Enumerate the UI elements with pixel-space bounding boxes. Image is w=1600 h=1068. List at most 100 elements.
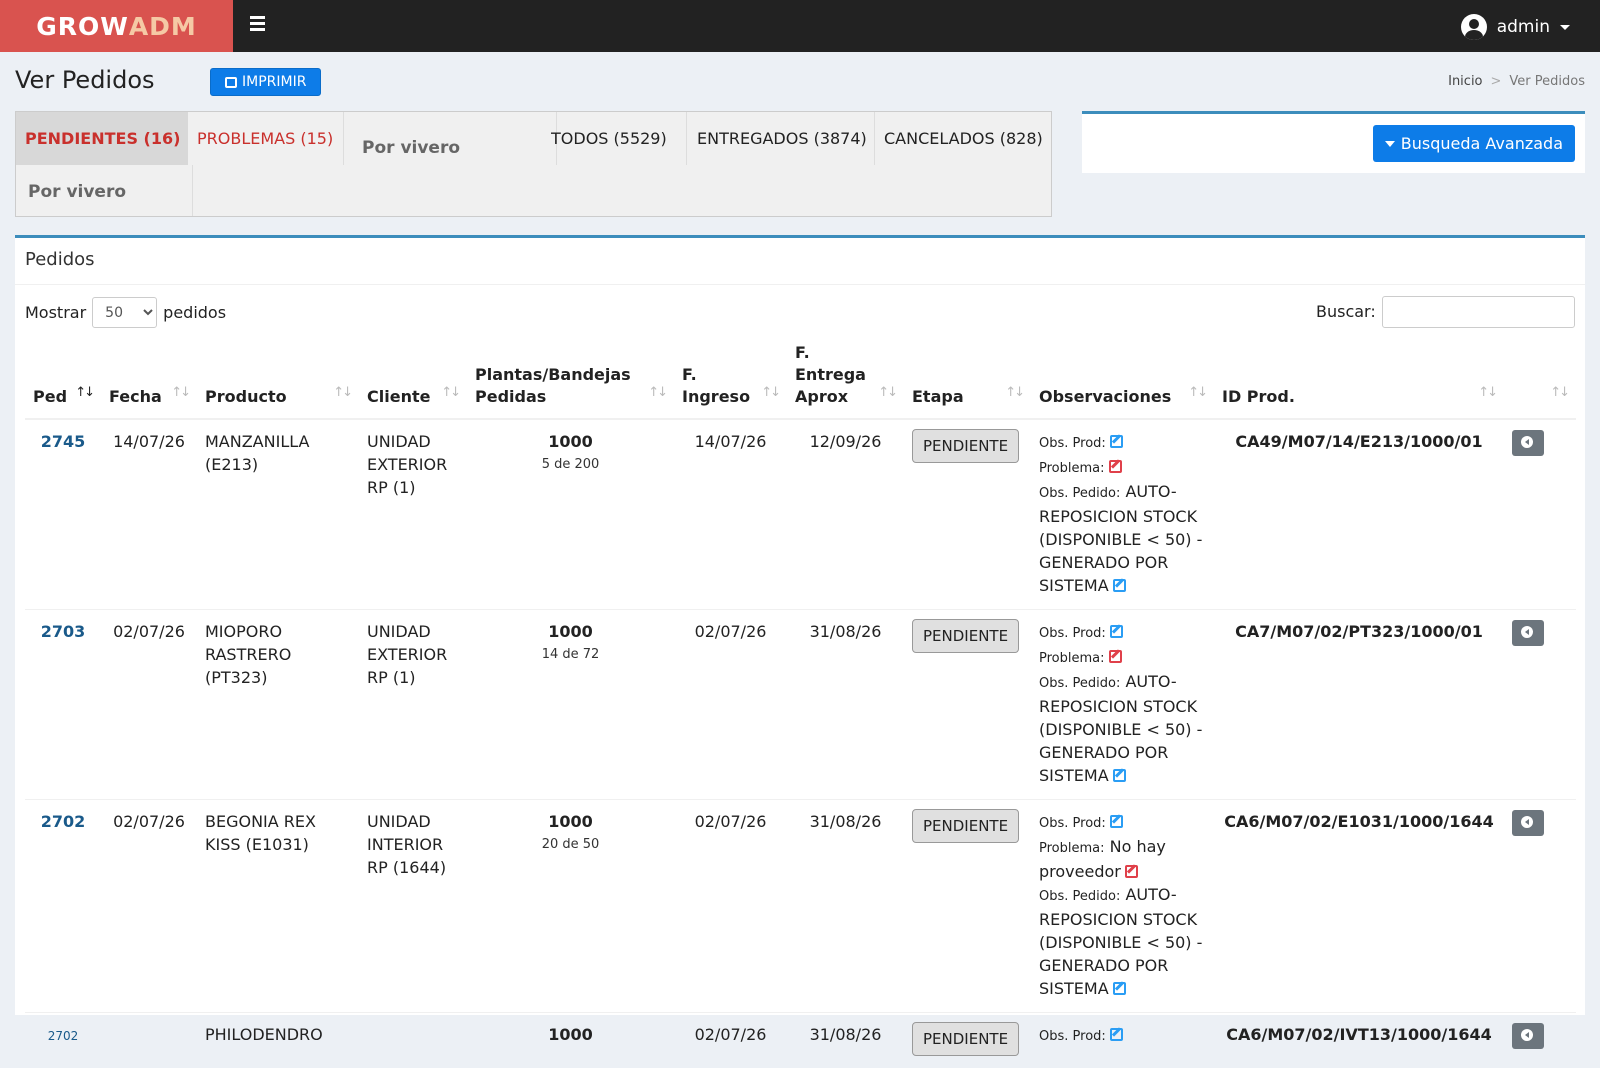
- table-row: 2702 02/07/26 BEGONIA REXKISS (E1031) UN…: [25, 800, 1576, 1013]
- edit-icon[interactable]: [1110, 815, 1123, 828]
- cell-fecha: 02/07/26: [101, 800, 197, 1013]
- product-line: KISS (E1031): [205, 835, 309, 854]
- col-header-ingreso[interactable]: F.Ingreso↑↓: [674, 342, 787, 419]
- col-header-etapa[interactable]: Etapa↑↓: [904, 342, 1031, 419]
- arrow-circle-left-icon[interactable]: [1512, 1023, 1544, 1049]
- stage-badge[interactable]: PENDIENTE: [912, 1022, 1019, 1056]
- col-label: F.: [795, 343, 810, 362]
- edit-icon[interactable]: [1113, 769, 1126, 782]
- edit-icon[interactable]: [1113, 579, 1126, 592]
- sort-icon: ↑↓: [1005, 382, 1023, 404]
- search-input[interactable]: [1382, 296, 1575, 328]
- cell-ped: 2702: [25, 800, 101, 1013]
- col-header-actions[interactable]: ↑↓: [1504, 342, 1576, 419]
- col-header-ped[interactable]: Ped↑↓: [25, 342, 101, 419]
- cell-ingreso: 02/07/26: [674, 1013, 787, 1068]
- arrow-circle-left-icon[interactable]: [1512, 620, 1544, 646]
- vivero-dropdown-item[interactable]: Por vivero: [16, 165, 193, 217]
- col-label: Ingreso: [682, 387, 750, 406]
- stage-badge[interactable]: PENDIENTE: [912, 809, 1019, 843]
- col-header-producto[interactable]: Producto↑↓: [197, 342, 359, 419]
- order-link[interactable]: 2702: [48, 1029, 79, 1043]
- breadcrumb-separator: >: [1491, 74, 1502, 89]
- client-line: UNIDAD: [367, 812, 431, 831]
- col-label: Producto: [205, 387, 287, 406]
- arrow-circle-left-icon[interactable]: [1512, 430, 1544, 456]
- cell-id-prod: CA7/M07/02/PT323/1000/01: [1214, 610, 1504, 800]
- top-navbar: GROWADM admin: [0, 0, 1600, 52]
- cell-observaciones: Obs. Prod: Problema: Obs. Pedido: AUTO-R…: [1031, 610, 1214, 800]
- obs-prod-label: Obs. Prod:: [1039, 436, 1106, 451]
- brand-text-grow: GROW: [36, 12, 129, 41]
- edit-icon[interactable]: [1110, 1028, 1123, 1041]
- brand-text-adm: ADM: [129, 12, 197, 41]
- order-link[interactable]: 2702: [41, 812, 86, 831]
- trays-count: 14 de 72: [475, 643, 666, 666]
- client-line: RP (1): [367, 478, 416, 497]
- col-header-cliente[interactable]: Cliente↑↓: [359, 342, 467, 419]
- col-label: Entrega: [795, 365, 866, 384]
- tab-todos[interactable]: TODOS (5529): [556, 112, 701, 165]
- box-divider: [15, 284, 1585, 285]
- cell-entrega: 12/09/26: [787, 419, 904, 610]
- order-link[interactable]: 2745: [41, 432, 86, 451]
- table-row: 2745 14/07/26 MANZANILLA(E213) UNIDADEXT…: [25, 419, 1576, 610]
- vivero-dropdown-item[interactable]: Por vivero: [343, 112, 551, 165]
- trays-count: 20 de 50: [475, 833, 666, 856]
- col-header-id-prod[interactable]: ID Prod.↑↓: [1214, 342, 1504, 419]
- cell-ingreso: 14/07/26: [674, 419, 787, 610]
- edit-icon[interactable]: [1110, 435, 1123, 448]
- user-menu[interactable]: admin: [1461, 14, 1570, 40]
- sort-icon: ↑↓: [171, 382, 189, 404]
- stage-badge[interactable]: PENDIENTE: [912, 619, 1019, 653]
- edit-icon[interactable]: [1110, 625, 1123, 638]
- tab-entregados[interactable]: ENTREGADOS (3874): [686, 112, 861, 165]
- advanced-search-panel: Busqueda Avanzada: [1082, 111, 1585, 173]
- print-button[interactable]: IMPRIMIR: [210, 68, 321, 96]
- col-label: Ped: [33, 387, 67, 406]
- problem-label: Problema:: [1039, 651, 1105, 666]
- edit-icon[interactable]: [1125, 865, 1138, 878]
- breadcrumb-home[interactable]: Inicio: [1448, 74, 1482, 89]
- brand-logo[interactable]: GROWADM: [0, 0, 233, 52]
- product-line: (E213): [205, 455, 258, 474]
- page-length-select[interactable]: 50: [92, 297, 157, 328]
- cell-ingreso: 02/07/26: [674, 800, 787, 1013]
- cell-cliente: UNIDADEXTERIORRP (1): [359, 610, 467, 800]
- edit-icon[interactable]: [1109, 460, 1122, 473]
- product-line: (PT323): [205, 668, 267, 687]
- edit-icon[interactable]: [1109, 650, 1122, 663]
- col-label: Observaciones: [1039, 387, 1171, 406]
- client-line: EXTERIOR: [367, 645, 447, 664]
- col-header-plantas[interactable]: Plantas/BandejasPedidas↑↓: [467, 342, 674, 419]
- user-name: admin: [1497, 17, 1550, 37]
- edit-icon[interactable]: [1113, 982, 1126, 995]
- plants-count: 1000: [475, 1023, 666, 1046]
- arrow-circle-left-icon[interactable]: [1512, 810, 1544, 836]
- plants-count: 1000: [475, 430, 666, 453]
- plants-count: 1000: [475, 620, 666, 643]
- sort-icon: ↑↓: [648, 382, 666, 404]
- sort-icon: ↑↓: [1550, 382, 1568, 404]
- cell-etapa: PENDIENTE: [904, 610, 1031, 800]
- tab-cancelados[interactable]: CANCELADOS (828): [874, 112, 1049, 165]
- advanced-search-label: Busqueda Avanzada: [1401, 134, 1563, 153]
- order-link[interactable]: 2703: [41, 622, 86, 641]
- col-header-observaciones[interactable]: Observaciones↑↓: [1031, 342, 1214, 419]
- hamburger-menu-icon[interactable]: [250, 16, 268, 34]
- cell-producto: BEGONIA REXKISS (E1031): [197, 800, 359, 1013]
- client-line: EXTERIOR: [367, 455, 447, 474]
- table-header-row: Ped↑↓ Fecha↑↓ Producto↑↓ Cliente↑↓ Plant…: [25, 342, 1576, 419]
- product-line: PHILODENDRO: [205, 1025, 323, 1044]
- cell-ped: 2702: [25, 1013, 101, 1068]
- tab-problemas[interactable]: PROBLEMAS (15): [188, 112, 343, 165]
- product-line: MIOPORO: [205, 622, 282, 641]
- cell-fecha: [101, 1013, 197, 1068]
- col-header-fecha[interactable]: Fecha↑↓: [101, 342, 197, 419]
- obs-order-label: Obs. Pedido:: [1039, 486, 1120, 501]
- tab-pendientes[interactable]: PENDIENTES (16): [16, 112, 188, 165]
- chevron-down-icon: [1560, 25, 1570, 30]
- advanced-search-button[interactable]: Busqueda Avanzada: [1373, 125, 1575, 162]
- col-header-entrega[interactable]: F.EntregaAprox↑↓: [787, 342, 904, 419]
- stage-badge[interactable]: PENDIENTE: [912, 429, 1019, 463]
